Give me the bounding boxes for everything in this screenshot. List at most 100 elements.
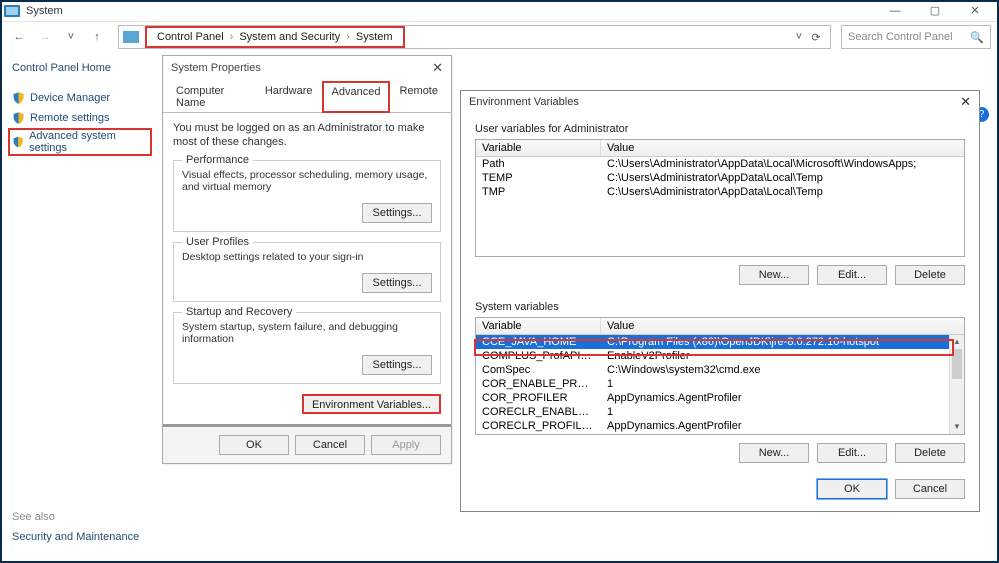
ok-button[interactable]: OK (817, 479, 887, 499)
shield-icon (12, 91, 25, 105)
cancel-button[interactable]: Cancel (895, 479, 965, 499)
see-also-section: See also Security and Maintenance (12, 511, 139, 543)
see-also-label: See also (12, 511, 139, 523)
table-row[interactable]: CCE_JAVA_HOMEC:\Program Files (x86)\Open… (476, 335, 964, 349)
user-vars-buttons: New... Edit... Delete (475, 265, 965, 285)
sidebar-item-remote-settings[interactable]: Remote settings (12, 108, 148, 128)
address-dropdown[interactable]: ˅ (792, 31, 806, 43)
tab-bar: Computer Name Hardware Advanced Remote (163, 80, 451, 113)
group-desc: Desktop settings related to your sign-in (182, 251, 432, 263)
system-vars-table[interactable]: Variable Value CCE_JAVA_HOMEC:\Program F… (475, 317, 965, 435)
scroll-down-icon[interactable]: ▼ (950, 420, 964, 434)
scroll-up-icon[interactable]: ▲ (950, 335, 964, 349)
col-variable[interactable]: Variable (476, 318, 601, 334)
user-vars-table[interactable]: Variable Value PathC:\Users\Administrato… (475, 139, 965, 257)
dialog-title: Environment Variables (469, 96, 579, 108)
tab-advanced[interactable]: Advanced (322, 81, 391, 113)
control-panel-home-link[interactable]: Control Panel Home (12, 62, 148, 74)
sidebar-item-label: Remote settings (30, 112, 109, 124)
close-icon[interactable]: ✕ (960, 94, 971, 110)
search-icon: 🔍 (970, 31, 984, 44)
environment-variables-dialog: Environment Variables ✕ User variables f… (460, 90, 980, 512)
user-profiles-settings-button[interactable]: Settings... (362, 273, 432, 293)
maximize-button[interactable]: ▢ (915, 0, 955, 22)
delete-button[interactable]: Delete (895, 443, 965, 463)
recent-dropdown[interactable]: ˅ (60, 26, 82, 48)
environment-variables-button[interactable]: Environment Variables... (302, 394, 441, 414)
table-row[interactable]: ComSpecC:\Windows\system32\cmd.exe (476, 363, 964, 377)
table-row[interactable]: COR_PROFILERAppDynamics.AgentProfiler (476, 391, 964, 405)
startup-recovery-group: Startup and Recovery System startup, sys… (173, 312, 441, 384)
up-button[interactable]: ↑ (86, 26, 108, 48)
back-button[interactable]: ← (8, 26, 30, 48)
refresh-button[interactable]: ⟳ (806, 31, 826, 44)
table-body: CCE_JAVA_HOMEC:\Program Files (x86)\Open… (476, 335, 964, 434)
window-title: System (26, 5, 875, 17)
sidebar-item-label: Advanced system settings (29, 130, 148, 154)
dialog-footer: OK Cancel (475, 479, 965, 499)
group-desc: System startup, system failure, and debu… (182, 321, 432, 345)
dialog-header: System Properties ✕ (163, 56, 451, 80)
dialog-header: Environment Variables ✕ (461, 91, 979, 113)
cancel-button[interactable]: Cancel (295, 435, 365, 455)
table-row[interactable]: PathC:\Users\Administrator\AppData\Local… (476, 157, 964, 171)
breadcrumb-item[interactable]: System and Security (235, 31, 344, 43)
delete-button[interactable]: Delete (895, 265, 965, 285)
ok-button[interactable]: OK (219, 435, 289, 455)
user-vars-label: User variables for Administrator (475, 123, 965, 135)
shield-icon (12, 135, 24, 149)
breadcrumb-sep: › (344, 31, 352, 43)
breadcrumb: Control Panel › System and Security › Sy… (145, 26, 405, 48)
system-vars-buttons: New... Edit... Delete (475, 443, 965, 463)
breadcrumb-item[interactable]: Control Panel (153, 31, 228, 43)
table-body: PathC:\Users\Administrator\AppData\Local… (476, 157, 964, 256)
col-value[interactable]: Value (601, 318, 964, 334)
shield-icon (12, 111, 25, 125)
close-button[interactable]: ✕ (955, 0, 995, 22)
col-variable[interactable]: Variable (476, 140, 601, 156)
breadcrumb-item[interactable]: System (352, 31, 397, 43)
table-row[interactable]: COR_ENABLE_PROFILING1 (476, 377, 964, 391)
sidebar-item-advanced-system-settings[interactable]: Advanced system settings (8, 128, 152, 156)
performance-settings-button[interactable]: Settings... (362, 203, 432, 223)
new-button[interactable]: New... (739, 443, 809, 463)
address-bar[interactable]: Control Panel › System and Security › Sy… (118, 25, 831, 49)
navbar: ← → ˅ ↑ Control Panel › System and Secur… (0, 22, 999, 52)
new-button[interactable]: New... (739, 265, 809, 285)
startup-settings-button[interactable]: Settings... (362, 355, 432, 375)
performance-group: Performance Visual effects, processor sc… (173, 160, 441, 232)
control-panel-icon (123, 31, 139, 43)
titlebar: System — ▢ ✕ (0, 0, 999, 22)
dialog-footer: OK Cancel Apply (163, 424, 451, 463)
search-placeholder: Search Control Panel (848, 31, 953, 43)
dialog-body: User variables for Administrator Variabl… (461, 113, 979, 511)
col-value[interactable]: Value (601, 140, 964, 156)
table-row[interactable]: COMPLUS_ProfAPI_ProfilerC...EnableV2Prof… (476, 349, 964, 363)
forward-button[interactable]: → (34, 26, 56, 48)
dialog-title: System Properties (171, 62, 261, 74)
minimize-button[interactable]: — (875, 0, 915, 22)
window-controls: — ▢ ✕ (875, 0, 995, 22)
sidebar-item-device-manager[interactable]: Device Manager (12, 88, 148, 108)
admin-note: You must be logged on as an Administrato… (173, 121, 441, 150)
table-row[interactable]: CORECLR_PROFILERAppDynamics.AgentProfile… (476, 419, 964, 433)
dialog-body: You must be logged on as an Administrato… (163, 113, 451, 424)
security-maintenance-link[interactable]: Security and Maintenance (12, 531, 139, 543)
sidebar: Control Panel Home Device Manager Remote… (0, 52, 160, 563)
system-icon (4, 5, 20, 17)
apply-button[interactable]: Apply (371, 435, 441, 455)
table-row[interactable]: CORECLR_ENABLE_PROFILI...1 (476, 405, 964, 419)
tab-remote[interactable]: Remote (390, 81, 447, 113)
table-header: Variable Value (476, 140, 964, 157)
scrollbar[interactable]: ▲ ▼ (949, 335, 964, 434)
tab-hardware[interactable]: Hardware (256, 81, 322, 113)
edit-button[interactable]: Edit... (817, 443, 887, 463)
user-profiles-group: User Profiles Desktop settings related t… (173, 242, 441, 302)
close-icon[interactable]: ✕ (432, 60, 443, 76)
table-row[interactable]: TMPC:\Users\Administrator\AppData\Local\… (476, 185, 964, 199)
table-row[interactable]: TEMPC:\Users\Administrator\AppData\Local… (476, 171, 964, 185)
search-input[interactable]: Search Control Panel 🔍 (841, 25, 991, 49)
scroll-thumb[interactable] (952, 349, 962, 379)
edit-button[interactable]: Edit... (817, 265, 887, 285)
tab-computer-name[interactable]: Computer Name (167, 81, 256, 113)
